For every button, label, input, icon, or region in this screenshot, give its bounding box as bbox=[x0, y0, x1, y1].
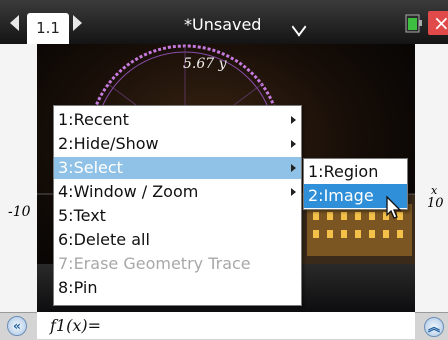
menu-item-label: 5:Text bbox=[58, 206, 106, 225]
tab-1-1[interactable]: 1.1 bbox=[27, 13, 69, 44]
y-max-value: 5.67 bbox=[183, 56, 215, 72]
menu-item-label: 7:Erase Geometry Trace bbox=[58, 254, 251, 273]
menu-item-text[interactable]: 5:Text bbox=[54, 205, 301, 227]
close-icon[interactable]: × bbox=[428, 11, 448, 35]
submenu-arrow-icon bbox=[291, 116, 296, 124]
y-axis-max-label: 5.67 y bbox=[183, 56, 227, 72]
menu-item-label: 2:Hide/Show bbox=[58, 134, 159, 153]
graph-margin-right bbox=[415, 44, 448, 312]
function-name: f1 bbox=[50, 316, 67, 335]
menu-item-pin[interactable]: 8:Pin bbox=[54, 277, 301, 299]
menu-item-delete-all[interactable]: 6:Delete all bbox=[54, 229, 301, 251]
y-var-label: y bbox=[218, 56, 227, 72]
menu-item-label: 3:Select bbox=[58, 158, 123, 177]
function-entry-text[interactable]: f1(x)= bbox=[50, 316, 101, 335]
menu-item-window-zoom[interactable]: 4:Window / Zoom bbox=[54, 181, 301, 203]
double-left-chevron-icon[interactable]: « bbox=[7, 316, 27, 336]
graph-margin-left bbox=[0, 44, 37, 312]
submenu-arrow-icon bbox=[291, 164, 296, 172]
menu-item-label: 6:Delete all bbox=[58, 230, 150, 249]
menu-item-select[interactable]: 3:Select bbox=[54, 157, 301, 179]
menu-item-hide-show[interactable]: 2:Hide/Show bbox=[54, 133, 301, 155]
battery-icon bbox=[405, 14, 422, 33]
context-menu: 1:Recent 2:Hide/Show 3:Select 4:Window /… bbox=[53, 105, 302, 306]
menu-item-label: 8:Pin bbox=[58, 278, 98, 297]
submenu-arrow-icon bbox=[291, 140, 296, 148]
function-arg: x bbox=[72, 316, 82, 335]
function-equals: = bbox=[87, 316, 102, 335]
next-page-arrow-icon[interactable] bbox=[73, 15, 82, 31]
previous-page-arrow-icon[interactable] bbox=[10, 15, 19, 31]
document-title[interactable]: *Unsaved bbox=[184, 15, 261, 34]
menu-item-label: 1:Recent bbox=[58, 110, 129, 129]
submenu-arrow-icon bbox=[291, 188, 296, 196]
x-axis-min-label: -10 bbox=[8, 204, 31, 220]
mouse-pointer-icon bbox=[386, 195, 402, 219]
submenu-item-region[interactable]: 1:Region bbox=[304, 160, 407, 184]
menu-item-recent[interactable]: 1:Recent bbox=[54, 109, 301, 131]
menu-item-erase-geometry-trace: 7:Erase Geometry Trace bbox=[54, 253, 301, 275]
double-up-chevron-icon[interactable]: ︽ bbox=[424, 317, 444, 337]
x-axis-max-label: 10 bbox=[427, 196, 444, 211]
menu-item-label: 4:Window / Zoom bbox=[58, 182, 199, 201]
